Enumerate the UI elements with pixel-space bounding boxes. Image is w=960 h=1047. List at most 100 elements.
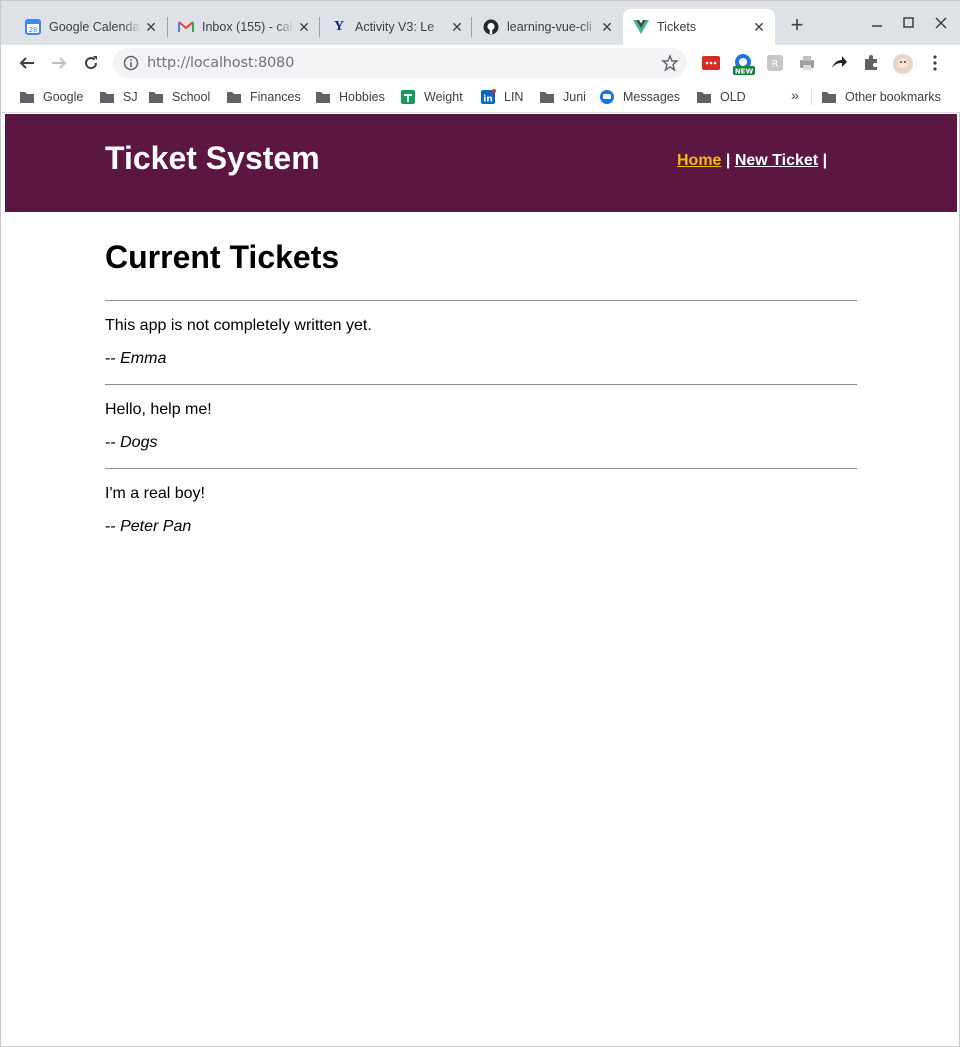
main-content: Current Tickets This app is not complete… bbox=[105, 239, 857, 552]
ticket-item: I'm a real boy! -- Peter Pan bbox=[105, 468, 857, 552]
author-prefix: -- bbox=[105, 434, 121, 451]
bookmark-finances[interactable]: Finances bbox=[226, 87, 301, 107]
author-name: Emma bbox=[120, 350, 167, 367]
bookmark-other[interactable]: Other bookmarks bbox=[821, 87, 941, 107]
bookmark-old[interactable]: OLD bbox=[696, 87, 746, 107]
nav-separator: | bbox=[818, 152, 828, 169]
bookmark-label: Google bbox=[43, 90, 84, 104]
ticket-list: This app is not completely written yet. … bbox=[105, 300, 857, 552]
page-viewport: Ticket System Home | New Ticket | Curren… bbox=[5, 113, 957, 1043]
bookmarks-overflow-button[interactable]: » bbox=[791, 87, 799, 103]
close-icon[interactable]: ✕ bbox=[296, 19, 312, 35]
bookmark-lin[interactable]: in LIN bbox=[480, 87, 523, 107]
extension-new-icon[interactable]: NEW bbox=[733, 53, 755, 76]
folder-icon bbox=[821, 89, 837, 105]
bookmark-label: Messages bbox=[623, 90, 680, 104]
browser-toolbar: http://localhost:8080 NEW R bbox=[1, 45, 960, 81]
nav-home-link[interactable]: Home bbox=[677, 152, 721, 169]
gmail-icon bbox=[178, 19, 194, 35]
vue-icon bbox=[633, 19, 649, 35]
ticket-problem: I'm a real boy! bbox=[105, 485, 205, 502]
bookmark-label: Hobbies bbox=[339, 90, 385, 104]
bookmark-sj[interactable]: SJ bbox=[99, 87, 138, 107]
ticket-item: This app is not completely written yet. … bbox=[105, 300, 857, 384]
lastpass-icon[interactable] bbox=[701, 53, 721, 73]
close-window-icon[interactable] bbox=[931, 13, 951, 33]
nav-separator: | bbox=[721, 152, 735, 169]
url-port: :8080 bbox=[253, 55, 295, 71]
kebab-menu-icon[interactable] bbox=[927, 53, 947, 73]
github-icon bbox=[483, 19, 499, 35]
bookmark-label: Juni bbox=[563, 90, 586, 104]
yale-icon: Y bbox=[333, 19, 345, 34]
svg-text:in: in bbox=[483, 95, 493, 105]
tab-activity[interactable]: Y Activity V3: Le ✕ bbox=[321, 9, 473, 45]
close-icon[interactable]: ✕ bbox=[751, 19, 767, 35]
avatar[interactable] bbox=[892, 53, 913, 74]
reload-icon[interactable] bbox=[79, 51, 103, 75]
author-name: Peter Pan bbox=[120, 518, 192, 535]
google-calendar-icon: 28 bbox=[25, 19, 41, 35]
close-icon[interactable]: ✕ bbox=[599, 19, 615, 35]
info-icon[interactable] bbox=[123, 55, 139, 71]
tab-gmail[interactable]: Inbox (155) - cal ✕ bbox=[168, 9, 320, 45]
tab-title: Tickets bbox=[657, 20, 697, 34]
nav-new-ticket-link[interactable]: New Ticket bbox=[735, 152, 818, 169]
page-title: Current Tickets bbox=[105, 239, 340, 275]
new-tab-button[interactable]: + bbox=[787, 14, 807, 36]
close-icon[interactable]: ✕ bbox=[143, 19, 159, 35]
bookmark-weight[interactable]: Weight bbox=[400, 87, 463, 107]
bookmarks-divider bbox=[811, 89, 812, 105]
bookmark-label: Finances bbox=[250, 90, 301, 104]
maximize-icon[interactable] bbox=[899, 13, 919, 33]
tab-github[interactable]: learning-vue-cli ✕ bbox=[473, 9, 623, 45]
url-text: http://localhost:8080 bbox=[147, 55, 294, 71]
forward-arrow-icon[interactable] bbox=[47, 51, 71, 75]
bookmark-google[interactable]: Google bbox=[19, 87, 83, 107]
bookmark-messages[interactable]: Messages bbox=[599, 87, 680, 107]
tab-title: learning-vue-cli bbox=[507, 20, 592, 34]
tab-separator bbox=[319, 17, 320, 37]
ticket-author: -- Peter Pan bbox=[105, 503, 857, 552]
tab-title: Inbox (155) - cal bbox=[202, 20, 293, 34]
browser-window: 28 Google Calendar ✕ Inbox (155) - cal ✕… bbox=[0, 0, 960, 1047]
printer-icon[interactable] bbox=[797, 53, 817, 73]
bookmark-label: OLD bbox=[720, 90, 746, 104]
messages-icon bbox=[599, 89, 615, 105]
close-icon[interactable]: ✕ bbox=[449, 19, 465, 35]
extension-gray-icon[interactable]: R bbox=[765, 53, 785, 73]
bookmark-label: School bbox=[172, 90, 211, 104]
star-icon[interactable] bbox=[661, 54, 679, 72]
share-arrow-icon[interactable] bbox=[829, 53, 849, 73]
minimize-icon[interactable] bbox=[867, 13, 887, 33]
svg-text:R: R bbox=[772, 59, 779, 70]
bookmark-juni[interactable]: Juni bbox=[539, 87, 586, 107]
bookmark-label: LIN bbox=[504, 90, 524, 104]
site-title: Ticket System bbox=[105, 140, 320, 176]
puzzle-icon[interactable] bbox=[861, 53, 881, 73]
site-header: Ticket System Home | New Ticket | bbox=[5, 114, 957, 212]
bookmark-label: Other bookmarks bbox=[845, 90, 941, 104]
bookmarks-bar: Google SJ School Finances Hobbies Weight… bbox=[1, 81, 960, 113]
tab-strip: 28 Google Calendar ✕ Inbox (155) - cal ✕… bbox=[1, 1, 960, 45]
linkedin-icon: in bbox=[480, 89, 496, 105]
tab-google-calendar[interactable]: 28 Google Calendar ✕ bbox=[15, 9, 167, 45]
back-arrow-icon[interactable] bbox=[15, 51, 39, 75]
tab-title: Google Calendar bbox=[49, 20, 141, 34]
folder-icon bbox=[99, 89, 115, 105]
bookmark-hobbies[interactable]: Hobbies bbox=[315, 87, 385, 107]
site-nav: Home | New Ticket | bbox=[677, 152, 827, 170]
tab-tickets[interactable]: Tickets ✕ bbox=[623, 9, 775, 45]
calendar-day-text: 28 bbox=[29, 26, 38, 34]
folder-icon bbox=[148, 89, 164, 105]
folder-icon bbox=[19, 89, 35, 105]
address-bar[interactable]: http://localhost:8080 bbox=[113, 48, 687, 78]
bookmark-school[interactable]: School bbox=[148, 87, 210, 107]
author-name: Dogs bbox=[120, 434, 158, 451]
author-prefix: -- bbox=[105, 350, 121, 367]
tab-separator bbox=[471, 17, 472, 37]
ticket-problem: This app is not completely written yet. bbox=[105, 317, 372, 334]
bookmark-label: SJ bbox=[123, 90, 138, 104]
url-scheme: http://localhost bbox=[147, 55, 254, 71]
tab-title: Activity V3: Le bbox=[355, 20, 435, 34]
